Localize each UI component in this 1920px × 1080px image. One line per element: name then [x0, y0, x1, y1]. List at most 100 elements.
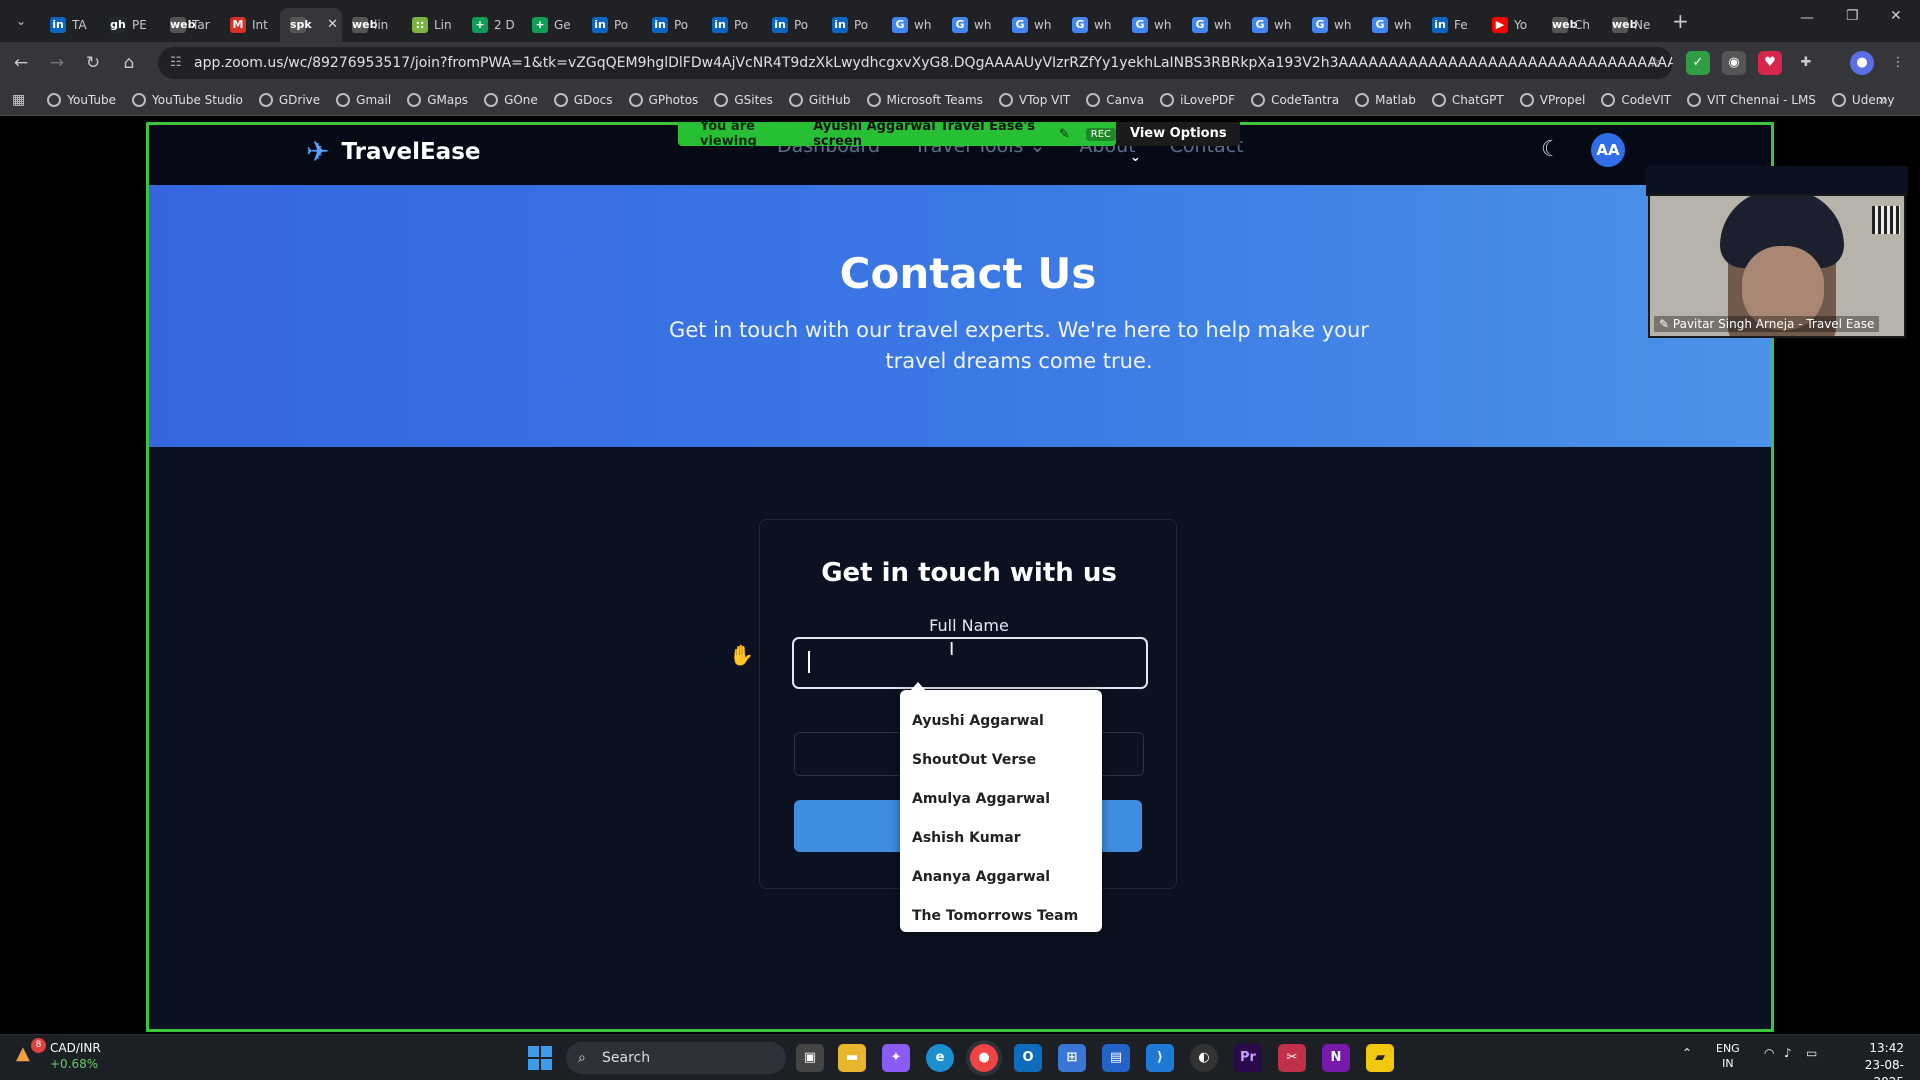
bookmark-item[interactable]: YouTube Studio: [132, 92, 243, 107]
vscode-icon[interactable]: ⟩: [1146, 1044, 1174, 1072]
browser-tab[interactable]: +2 D: [462, 8, 522, 42]
file-explorer-icon[interactable]: ▬: [838, 1044, 866, 1072]
participant-video[interactable]: ✎ Pavitar Singh Arneja - Travel Ease: [1648, 194, 1906, 338]
bookmark-item[interactable]: ChatGPT: [1431, 92, 1504, 107]
forward-icon[interactable]: →: [40, 46, 74, 80]
extensions-puzzle-icon[interactable]: ✚: [1794, 51, 1818, 75]
autocomplete-option[interactable]: Ayushi Aggarwal: [900, 702, 1102, 741]
home-icon[interactable]: ⌂: [112, 46, 146, 80]
chrome-icon[interactable]: ●: [970, 1044, 998, 1072]
browser-tab[interactable]: Gwh: [1122, 8, 1182, 42]
language-indicator[interactable]: ENG IN: [1716, 1041, 1740, 1071]
autocomplete-option[interactable]: The Tomorrows Team: [900, 897, 1102, 936]
browser-tab[interactable]: M Int: [220, 8, 280, 42]
new-tab-button[interactable]: +: [1672, 9, 1689, 33]
browser-tab[interactable]: in Po: [582, 8, 642, 42]
close-window-icon[interactable]: ✕: [1890, 8, 1902, 24]
browser-menu-icon[interactable]: ⋮: [1886, 51, 1910, 75]
app-circle-icon[interactable]: ◐: [1190, 1044, 1218, 1072]
reload-icon[interactable]: ↻: [76, 46, 110, 80]
view-options-button[interactable]: View Options ⌄: [1116, 122, 1240, 165]
taskbar-search[interactable]: ⌕ Search: [566, 1042, 786, 1074]
profile-icon[interactable]: ●: [1850, 51, 1874, 75]
browser-tab[interactable]: Gwh: [882, 8, 942, 42]
extension-shield-icon[interactable]: ✓: [1686, 51, 1710, 75]
back-icon[interactable]: ←: [4, 46, 38, 80]
store-icon[interactable]: ⊞: [1058, 1044, 1086, 1072]
bookmark-item[interactable]: Canva: [1086, 92, 1144, 107]
bookmark-item[interactable]: VTop VIT: [998, 92, 1070, 107]
browser-tab[interactable]: Gwh: [1242, 8, 1302, 42]
browser-tab[interactable]: Gwh: [1002, 8, 1062, 42]
browser-tab[interactable]: in Po: [642, 8, 702, 42]
more-bookmarks-icon[interactable]: »: [1878, 90, 1888, 109]
bookmark-item[interactable]: YouTube: [47, 92, 116, 107]
bookmark-item[interactable]: CodeVIT: [1601, 92, 1671, 107]
autocomplete-option[interactable]: Ashish Kumar: [900, 819, 1102, 858]
browser-tab[interactable]: gh PE: [100, 8, 160, 42]
browser-tab[interactable]: Gwh: [1362, 8, 1422, 42]
browser-tab[interactable]: Gwh: [1182, 8, 1242, 42]
edge-icon[interactable]: e: [926, 1044, 954, 1072]
bookmark-item[interactable]: CodeTantra: [1251, 92, 1339, 107]
bookmark-item[interactable]: iLovePDF: [1160, 92, 1235, 107]
autocomplete-option[interactable]: Amulya Aggarwal: [900, 780, 1102, 819]
browser-tab[interactable]: web Tar: [160, 8, 220, 42]
bookmark-item[interactable]: Matlab: [1355, 92, 1416, 107]
app-icon[interactable]: ▤: [1102, 1044, 1130, 1072]
bookmark-item[interactable]: VPropel: [1519, 92, 1585, 107]
bookmark-item[interactable]: GDocs: [553, 92, 613, 107]
bookmark-item[interactable]: VIT Chennai - LMS: [1687, 92, 1816, 107]
onenote-icon[interactable]: N: [1322, 1044, 1350, 1072]
browser-tab[interactable]: spk ✕: [280, 8, 342, 42]
bookmark-item[interactable]: GOne: [484, 92, 538, 107]
full-name-input[interactable]: [792, 637, 1148, 689]
bookmark-item[interactable]: GPhotos: [628, 92, 698, 107]
extension-pocket-icon[interactable]: ♥: [1758, 51, 1782, 75]
sticky-notes-icon[interactable]: ▰: [1366, 1044, 1394, 1072]
windows-start-icon[interactable]: [528, 1046, 552, 1070]
bookmark-star-icon[interactable]: ☆: [1648, 47, 1661, 79]
volume-icon[interactable]: ♪: [1784, 1046, 1792, 1060]
site-info-icon[interactable]: ☷: [170, 47, 182, 79]
autocomplete-option[interactable]: Ananya Aggarwal: [900, 858, 1102, 897]
bookmark-item[interactable]: Gmail: [336, 92, 391, 107]
browser-tab[interactable]: + Ge: [522, 8, 582, 42]
browser-tab[interactable]: :: Lin: [402, 8, 462, 42]
address-bar[interactable]: ☷ app.zoom.us/wc/89276953517/join?fromPW…: [158, 47, 1673, 79]
task-view-icon[interactable]: ▣: [796, 1044, 824, 1072]
apps-grid-icon[interactable]: ▦: [12, 92, 25, 108]
browser-tab[interactable]: web Ne: [1602, 8, 1662, 42]
bookmark-item[interactable]: GDrive: [258, 92, 320, 107]
avatar[interactable]: AA: [1591, 133, 1625, 167]
browser-tab[interactable]: in Fe: [1422, 8, 1482, 42]
browser-tab[interactable]: in TA: [40, 8, 100, 42]
browser-tab[interactable]: ▶ Yo: [1482, 8, 1542, 42]
premiere-icon[interactable]: Pr: [1234, 1044, 1262, 1072]
bookmark-item[interactable]: Microsoft Teams: [866, 92, 983, 107]
browser-tab[interactable]: in Po: [702, 8, 762, 42]
wifi-icon[interactable]: ◠: [1764, 1046, 1774, 1060]
browser-tab[interactable]: web Ch: [1542, 8, 1602, 42]
bookmark-item[interactable]: GMaps: [407, 92, 468, 107]
browser-tab[interactable]: Gwh: [942, 8, 1002, 42]
autocomplete-option[interactable]: ShoutOut Verse: [900, 741, 1102, 780]
browser-tab[interactable]: Gwh: [1062, 8, 1122, 42]
tab-search-icon[interactable]: ⌄: [2, 4, 40, 38]
browser-tab[interactable]: web lin: [342, 8, 402, 42]
snipping-icon[interactable]: ✂: [1278, 1044, 1306, 1072]
minimize-icon[interactable]: —: [1800, 10, 1814, 26]
clock[interactable]: 13:42 23-08-2025: [1838, 1040, 1904, 1080]
restore-icon[interactable]: ❐: [1846, 8, 1859, 24]
browser-tab[interactable]: in Po: [822, 8, 882, 42]
tray-chevron-icon[interactable]: ⌃: [1682, 1046, 1692, 1060]
extension-camera-icon[interactable]: ◉: [1722, 51, 1746, 75]
tab-close-icon[interactable]: ✕: [327, 17, 338, 32]
bookmark-item[interactable]: GitHub: [788, 92, 851, 107]
stock-widget[interactable]: ▲ 8 CAD/INR +0.68%: [16, 1038, 101, 1072]
moon-icon[interactable]: ☾: [1541, 137, 1561, 162]
copilot-icon[interactable]: ✦: [882, 1044, 910, 1072]
browser-tab[interactable]: in Po: [762, 8, 822, 42]
bookmark-item[interactable]: GSites: [714, 92, 773, 107]
battery-icon[interactable]: ▭: [1806, 1046, 1817, 1060]
